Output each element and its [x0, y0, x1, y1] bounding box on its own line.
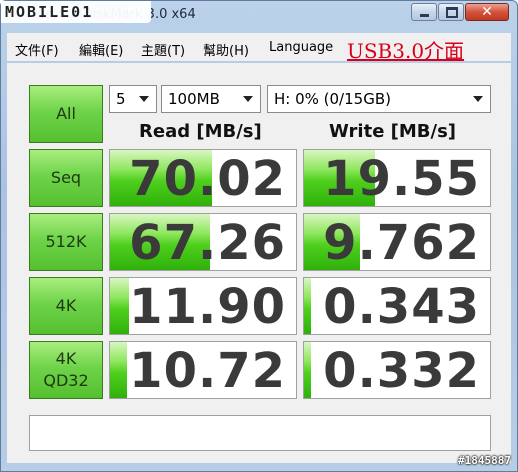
title-bar[interactable]: CrystalDiskMark 3.0 x64 MOBILE01 ✕: [1, 1, 517, 31]
seq-test-button[interactable]: Seq: [29, 149, 103, 207]
close-icon: ✕: [481, 4, 493, 20]
4k-write-result: 0.343: [303, 277, 491, 335]
512k-test-button[interactable]: 512K: [29, 213, 103, 271]
size-value: 100MB: [168, 90, 220, 108]
runs-value: 5: [116, 90, 126, 108]
close-button[interactable]: ✕: [465, 3, 509, 21]
4k-qd32-read-value: 10.72: [129, 343, 286, 399]
seq-read-result: 70.02: [109, 149, 297, 207]
4k-write-value: 0.343: [323, 279, 480, 335]
menu-language[interactable]: Language: [269, 40, 333, 55]
logo-text: MOBILE01: [5, 3, 94, 21]
chevron-down-icon: [139, 96, 149, 102]
512k-write-result: 9.762: [303, 213, 491, 271]
chevron-down-icon: [473, 96, 483, 102]
512k-read-result: 67.26: [109, 213, 297, 271]
512k-write-value: 9.762: [323, 215, 480, 271]
4k-test-button[interactable]: 4K: [29, 277, 103, 335]
app-window: CrystalDiskMark 3.0 x64 MOBILE01 ✕ 文件(F)…: [0, 0, 518, 472]
4k-qd32-write-bar: [304, 342, 312, 398]
4k-qd32-read-result: 10.72: [109, 341, 297, 399]
main-panel: All 5 100MB H: 0% (0/15GB) Read [MB/s] W…: [7, 63, 511, 463]
menu-edit[interactable]: 編輯(E): [79, 40, 123, 59]
annotation-text: USB3.0介面: [347, 39, 465, 63]
4k-qd32-write-value: 0.332: [323, 343, 480, 399]
maximize-icon: [446, 7, 458, 18]
runs-select[interactable]: 5: [109, 85, 157, 113]
chevron-down-icon: [243, 96, 253, 102]
seq-read-value: 70.02: [129, 151, 286, 207]
drive-value: H: 0% (0/15GB): [274, 90, 391, 108]
site-logo: MOBILE01: [1, 1, 151, 23]
window-controls: ✕: [410, 3, 509, 23]
4k-qd32-test-button[interactable]: 4K QD32: [29, 341, 103, 399]
maximize-button[interactable]: [438, 3, 464, 21]
menu-help[interactable]: 幫助(H): [203, 40, 249, 59]
4k-qd32-read-bar: [110, 342, 127, 398]
4k-read-result: 11.90: [109, 277, 297, 335]
minimize-icon: [420, 14, 429, 17]
all-button[interactable]: All: [29, 85, 103, 143]
read-column-header: Read [MB/s]: [139, 121, 262, 142]
status-bar: [29, 415, 491, 451]
4k-read-bar: [110, 278, 129, 334]
drive-select[interactable]: H: 0% (0/15GB): [267, 85, 491, 113]
4k-read-value: 11.90: [129, 279, 286, 335]
4k-qd32-write-result: 0.332: [303, 341, 491, 399]
4k-write-bar: [304, 278, 312, 334]
menu-file[interactable]: 文件(F): [15, 40, 59, 59]
seq-write-value: 19.55: [323, 151, 480, 207]
512k-read-value: 67.26: [129, 215, 286, 271]
minimize-button[interactable]: [411, 3, 437, 21]
watermark: #1845887: [458, 454, 511, 467]
write-column-header: Write [MB/s]: [329, 121, 457, 142]
menu-theme[interactable]: 主題(T): [141, 40, 185, 59]
seq-write-result: 19.55: [303, 149, 491, 207]
size-select[interactable]: 100MB: [161, 85, 261, 113]
